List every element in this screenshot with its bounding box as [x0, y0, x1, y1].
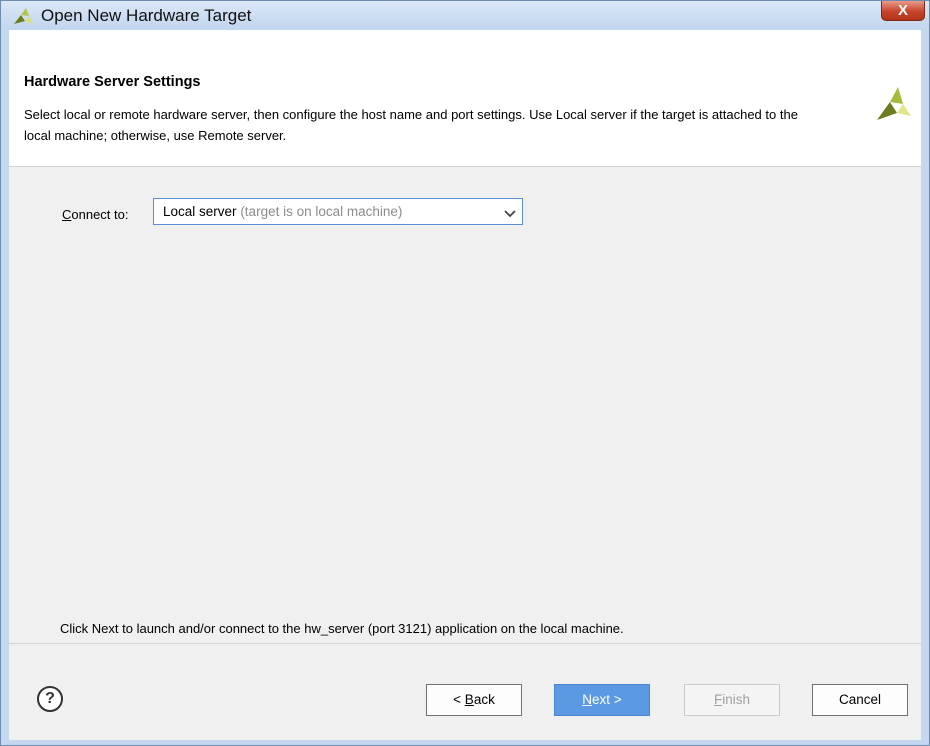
- close-button[interactable]: X: [881, 1, 925, 21]
- back-button[interactable]: < Back: [426, 684, 522, 716]
- page-description: Select local or remote hardware server, …: [24, 107, 798, 143]
- select-hint: (target is on local machine): [240, 204, 403, 219]
- connect-to-label: Connect to:: [62, 207, 129, 222]
- dialog-window: Open New Hardware Target X Hardware Serv…: [0, 0, 930, 746]
- close-icon: X: [897, 2, 908, 19]
- page-title: Hardware Server Settings: [24, 74, 201, 90]
- help-button[interactable]: ?: [37, 686, 63, 712]
- cancel-button[interactable]: Cancel: [812, 684, 908, 716]
- info-text: Click Next to launch and/or connect to t…: [60, 621, 624, 636]
- select-value: Local server (target is on local machine…: [163, 204, 403, 219]
- wizard-footer: ? < Back Next > Finish Cancel: [9, 643, 921, 741]
- title-bar[interactable]: Open New Hardware Target X: [1, 1, 929, 29]
- help-icon: ?: [45, 690, 55, 707]
- dialog-client-area: Hardware Server Settings Select local or…: [9, 30, 921, 740]
- chevron-down-icon: [504, 206, 516, 218]
- connect-to-select[interactable]: Local server (target is on local machine…: [153, 198, 523, 225]
- vivado-logo-icon: [12, 7, 34, 25]
- vivado-logo-icon: [873, 84, 913, 124]
- next-button[interactable]: Next >: [554, 684, 650, 716]
- window-title: Open New Hardware Target: [41, 6, 252, 25]
- finish-button: Finish: [684, 684, 780, 716]
- wizard-header: Hardware Server Settings Select local or…: [9, 30, 921, 167]
